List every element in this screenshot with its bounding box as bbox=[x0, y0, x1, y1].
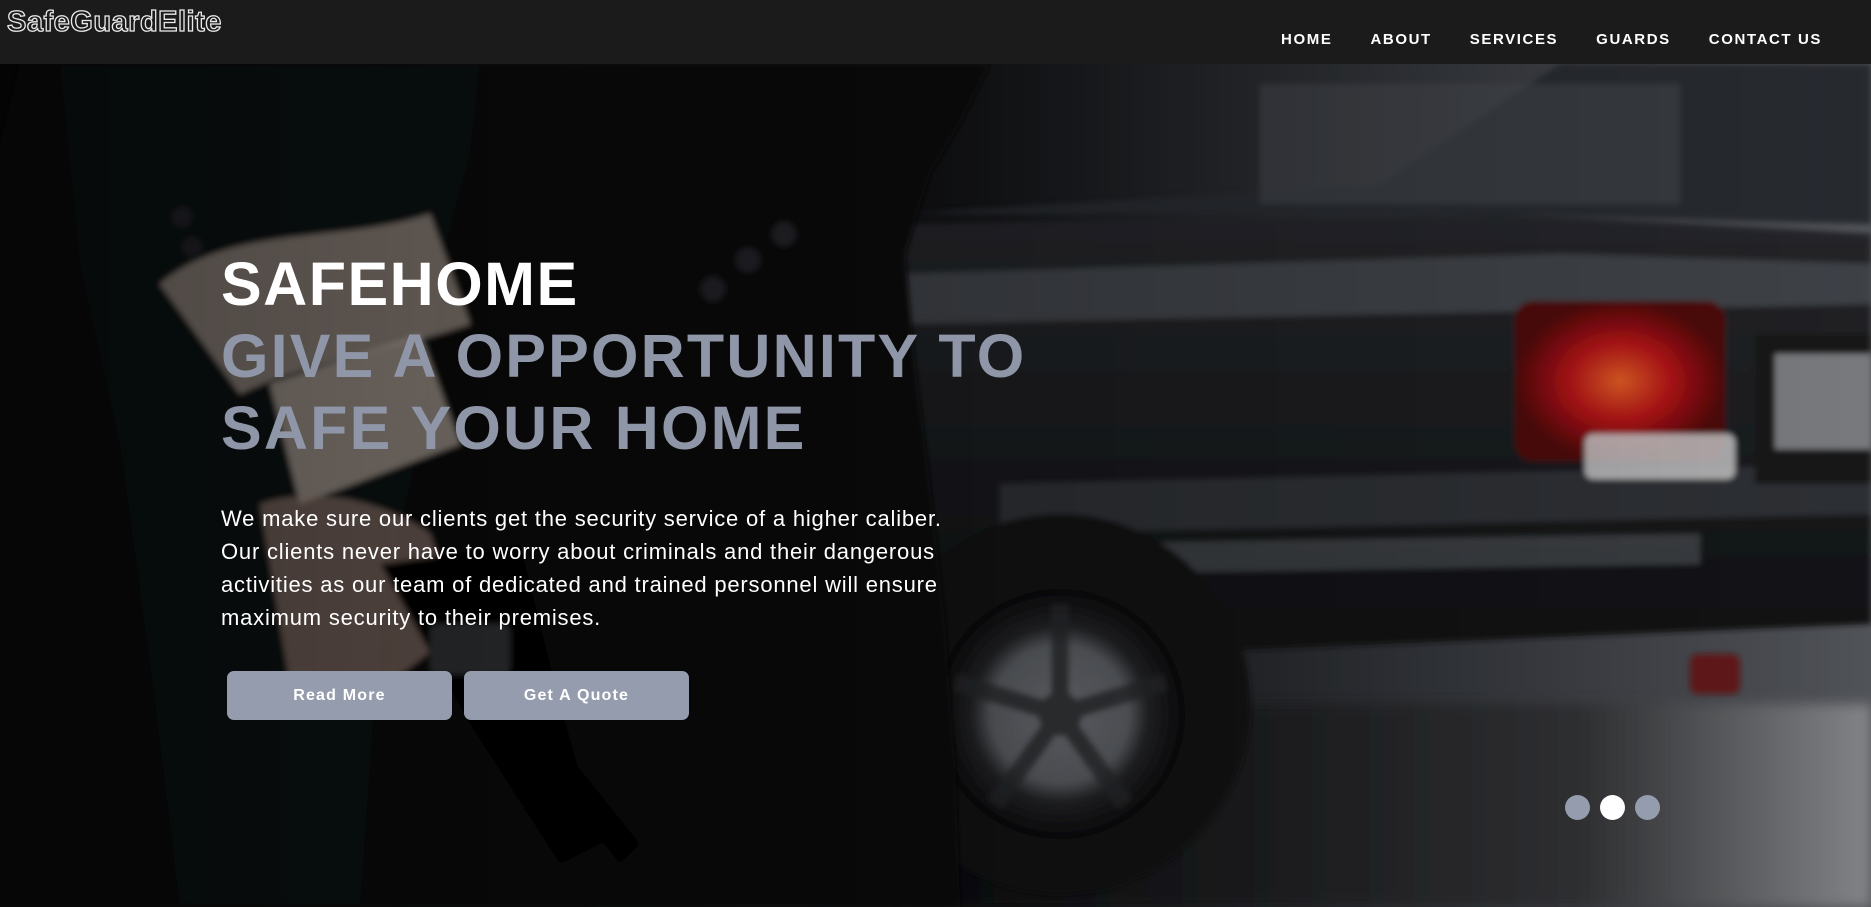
nav-item-services[interactable]: SERVICES bbox=[1451, 28, 1577, 51]
nav-item-guards[interactable]: GUARDS bbox=[1577, 28, 1690, 51]
hero-intro-line: activities as our team of dedicated and … bbox=[221, 572, 938, 597]
hero-eyebrow-title: SAFEHOME bbox=[221, 250, 579, 318]
hero-cta-group: Read More Get A Quote bbox=[227, 671, 689, 720]
main-nav: HOME ABOUT SERVICES GUARDS CONTACT US bbox=[1262, 28, 1841, 51]
carousel-dot-3[interactable] bbox=[1635, 795, 1660, 820]
nav-item-contact-us[interactable]: CONTACT US bbox=[1690, 28, 1841, 51]
nav-item-home[interactable]: HOME bbox=[1262, 28, 1351, 51]
hero-headline: GIVE A OPPORTUNITY TO SAFE YOUR HOME bbox=[221, 320, 1041, 464]
hero-intro-line: maximum security to their premises. bbox=[221, 605, 602, 630]
nav-item-about[interactable]: ABOUT bbox=[1351, 28, 1450, 51]
hero-intro-line: We make sure our clients get the securit… bbox=[221, 506, 942, 531]
hero-carousel: SAFEHOME GIVE A OPPORTUNITY TO SAFE YOUR… bbox=[0, 64, 1871, 907]
brand-logo[interactable]: SafeGuardElite bbox=[6, 5, 222, 39]
carousel-dot-2[interactable] bbox=[1600, 795, 1625, 820]
hero-content: SAFEHOME GIVE A OPPORTUNITY TO SAFE YOUR… bbox=[221, 250, 1041, 634]
get-a-quote-button[interactable]: Get A Quote bbox=[464, 671, 689, 720]
carousel-dot-1[interactable] bbox=[1565, 795, 1590, 820]
hero-intro-text: We make sure our clients get the securit… bbox=[221, 502, 1021, 634]
read-more-button[interactable]: Read More bbox=[227, 671, 452, 720]
hero-headline-line-1: GIVE A OPPORTUNITY TO bbox=[221, 322, 1027, 390]
hero-headline-line-2: SAFE YOUR HOME bbox=[221, 394, 807, 462]
top-navbar: SafeGuardElite HOME ABOUT SERVICES GUARD… bbox=[0, 0, 1871, 64]
carousel-indicators bbox=[1565, 795, 1660, 820]
hero-intro-line: Our clients never have to worry about cr… bbox=[221, 539, 935, 564]
